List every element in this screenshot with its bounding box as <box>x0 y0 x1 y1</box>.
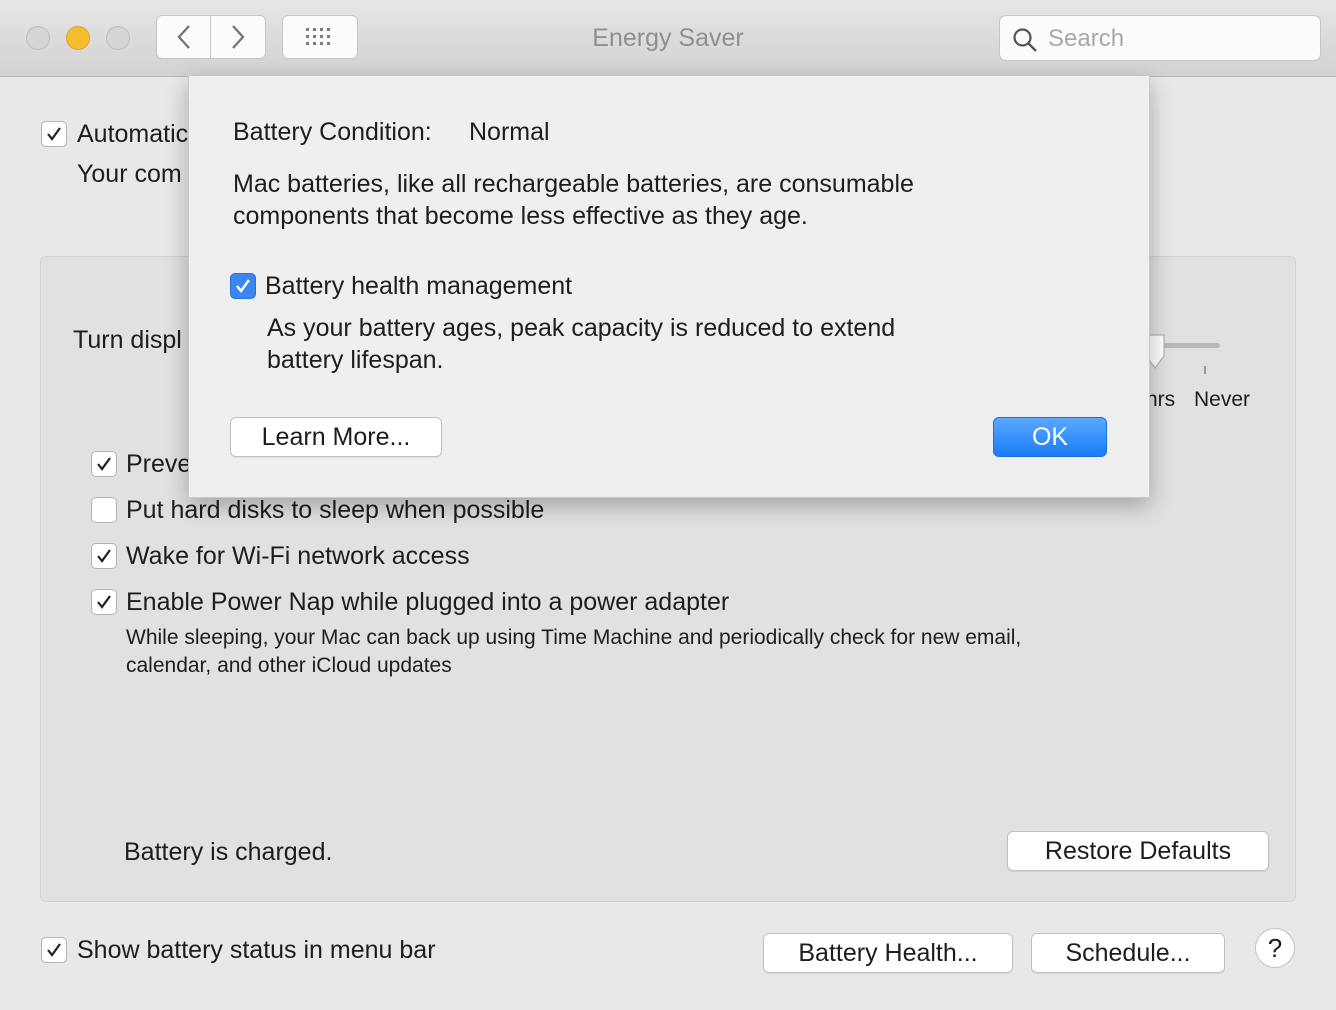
condition-value: Normal <box>469 118 550 146</box>
slider-label-never: Never <box>1194 388 1251 411</box>
checkmark-icon <box>47 127 61 141</box>
restore-defaults-button[interactable]: Restore Defaults <box>1007 831 1269 871</box>
prevent-checkbox[interactable] <box>91 451 117 477</box>
health-management-description: As your battery ages, peak capacity is r… <box>267 314 896 342</box>
energy-saver-window: Energy Saver Automatic Your com Turn dis… <box>0 0 1336 1010</box>
automatic-checkbox[interactable] <box>41 121 67 147</box>
hard-disks-checkbox[interactable] <box>91 497 117 523</box>
checkmark-icon <box>236 279 250 293</box>
checkmark-icon <box>97 595 111 609</box>
battery-status-text: Battery is charged. <box>124 838 333 866</box>
show-battery-label: Show battery status in menu bar <box>77 936 436 964</box>
slider-tick <box>1204 366 1206 374</box>
turn-display-label: Turn displ <box>73 326 182 354</box>
power-nap-description-2: calendar, and other iCloud updates <box>126 654 452 677</box>
wifi-checkbox[interactable] <box>91 543 117 569</box>
automatic-sub: Your com <box>77 160 182 188</box>
slider-label-hrs: hrs <box>1146 388 1176 411</box>
search-input[interactable] <box>1046 22 1310 56</box>
show-battery-checkbox[interactable] <box>41 937 67 963</box>
title-bar: Energy Saver <box>0 0 1336 77</box>
checkmark-icon <box>97 549 111 563</box>
search-field[interactable] <box>999 15 1321 61</box>
prevent-label: Preve <box>126 450 192 478</box>
sheet-description-2: components that become less effective as… <box>233 202 808 230</box>
schedule-button[interactable]: Schedule... <box>1031 933 1225 973</box>
hard-disks-label: Put hard disks to sleep when possible <box>126 496 545 524</box>
power-nap-checkbox[interactable] <box>91 589 117 615</box>
power-nap-description: While sleeping, your Mac can back up usi… <box>126 626 1022 649</box>
search-icon <box>1013 28 1037 52</box>
automatic-label: Automatic <box>77 120 189 148</box>
learn-more-button[interactable]: Learn More... <box>230 417 442 457</box>
health-management-label: Battery health management <box>265 272 573 300</box>
ok-button[interactable]: OK <box>993 417 1107 457</box>
checkmark-icon <box>47 943 61 957</box>
help-button[interactable]: ? <box>1255 928 1295 968</box>
power-nap-label: Enable Power Nap while plugged into a po… <box>126 588 730 616</box>
battery-health-button[interactable]: Battery Health... <box>763 933 1013 973</box>
health-management-checkbox[interactable] <box>230 273 256 299</box>
condition-label: Battery Condition: <box>233 118 432 146</box>
checkmark-icon <box>97 457 111 471</box>
wifi-label: Wake for Wi-Fi network access <box>126 542 470 570</box>
health-management-description-2: battery lifespan. <box>267 346 444 374</box>
sheet-description: Mac batteries, like all rechargeable bat… <box>233 170 914 198</box>
